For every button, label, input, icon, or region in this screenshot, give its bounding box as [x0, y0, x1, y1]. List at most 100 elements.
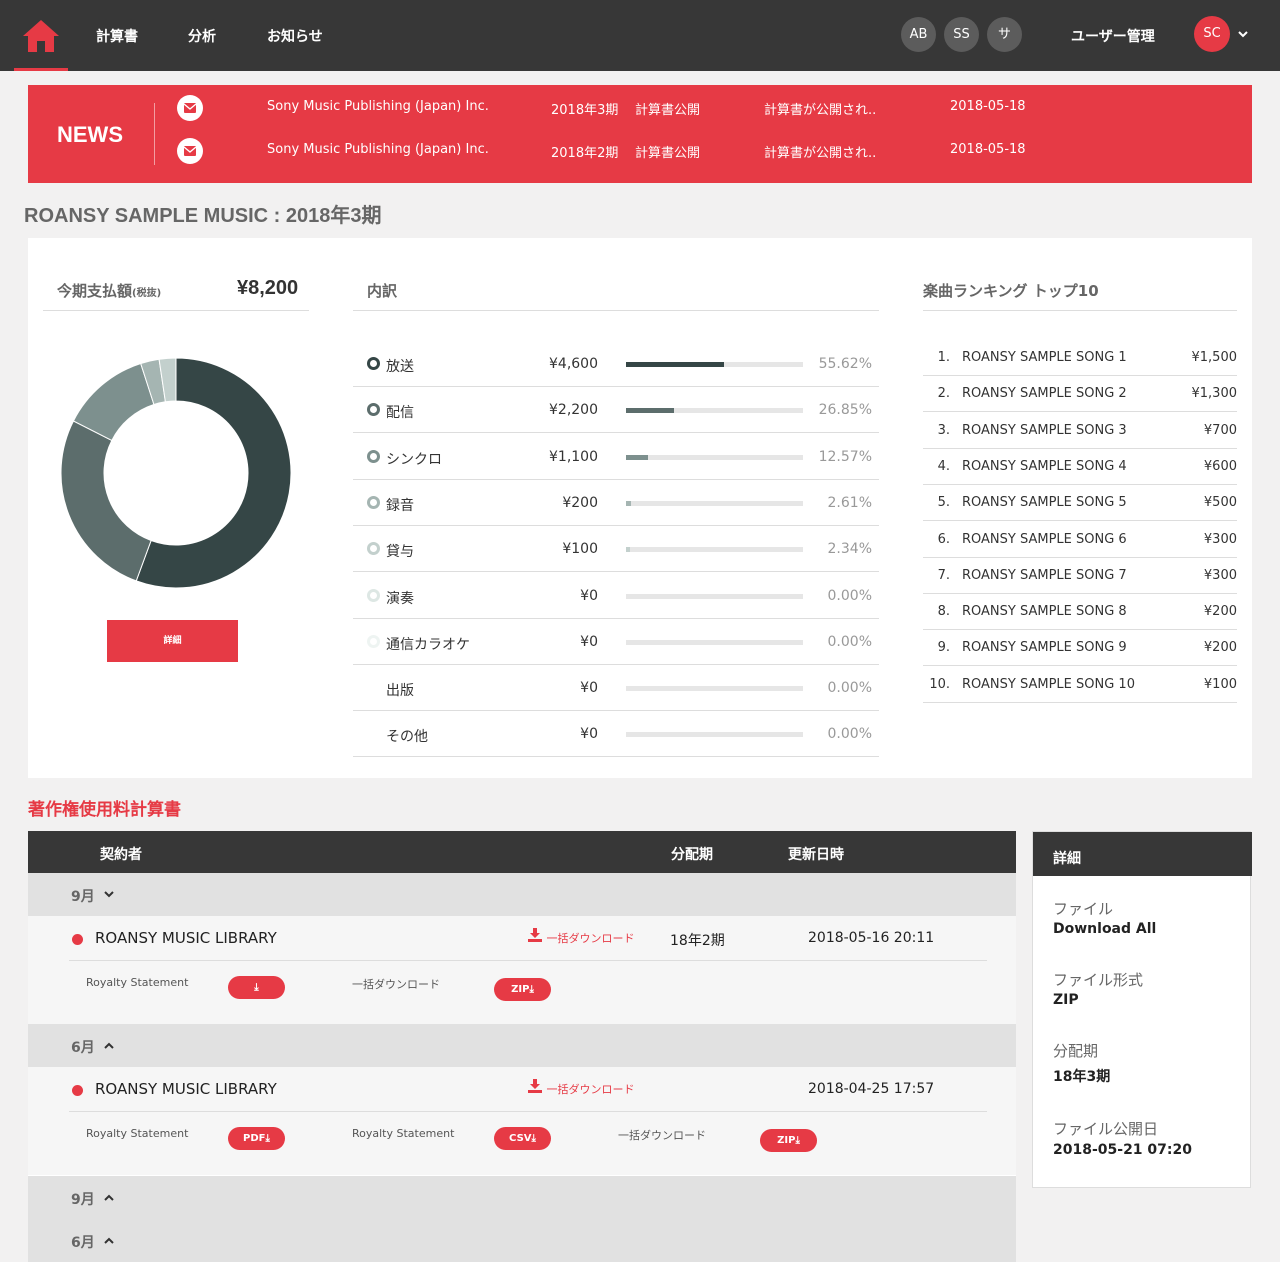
- news-period: 2018年3期: [551, 103, 619, 118]
- ranking-row[interactable]: 2. ROANSY SAMPLE SONG 2 ¥1,300: [923, 376, 1237, 413]
- status-dot: [72, 1085, 83, 1096]
- statements-table: 契約者 分配期 更新日時 9月 ROANSY MUSIC LIBRARY 一括ダ…: [28, 831, 1016, 1262]
- breakdown-row: 貸与 ¥100 2.34%: [353, 526, 879, 573]
- news-message: 計算書が公開され..: [764, 146, 877, 161]
- breakdown-row: 録音 ¥200 2.61%: [353, 480, 879, 526]
- legend-dot: [367, 449, 380, 463]
- header-contractor: 契約者: [100, 847, 142, 863]
- nav-analysis[interactable]: 分析: [188, 26, 216, 46]
- nav-notices[interactable]: お知らせ: [267, 26, 323, 46]
- download-icon: ⤓: [265, 1133, 270, 1144]
- bulk-download-link[interactable]: 一括ダウンロード: [527, 1079, 635, 1097]
- ranking-row[interactable]: 10. ROANSY SAMPLE SONG 10 ¥100: [923, 667, 1237, 703]
- song-title: ROANSY SAMPLE SONG 4: [962, 458, 1127, 474]
- download-icon: ⤓: [254, 982, 259, 993]
- ranking-row[interactable]: 1. ROANSY SAMPLE SONG 1 ¥1,500: [923, 340, 1237, 376]
- rank-number: 9.: [937, 640, 950, 656]
- progress-fill: [626, 362, 724, 367]
- ranking-row[interactable]: 5. ROANSY SAMPLE SONG 5 ¥500: [923, 485, 1237, 522]
- song-amount: ¥700: [1203, 422, 1237, 438]
- header-updated: 更新日時: [788, 847, 844, 863]
- breakdown-percent: 55.62%: [818, 356, 872, 372]
- song-title: ROANSY SAMPLE SONG 3: [962, 422, 1127, 438]
- month-group-toggle[interactable]: 6月: [28, 1219, 1016, 1262]
- detail-panel-header: 詳細: [1033, 832, 1252, 876]
- nav-statements[interactable]: 計算書: [96, 26, 138, 46]
- legend-dot: [367, 588, 380, 602]
- current-user-avatar[interactable]: SC: [1194, 16, 1230, 52]
- download-icon: [528, 928, 542, 942]
- breakdown-row: 演奏 ¥0 0.00%: [353, 573, 879, 619]
- format-label: ファイル形式: [1053, 971, 1144, 989]
- zip-pill[interactable]: ZIP⤓: [760, 1129, 817, 1152]
- home-button[interactable]: [14, 0, 68, 71]
- progress-track: [626, 639, 803, 645]
- song-title: ROANSY SAMPLE SONG 8: [962, 604, 1127, 620]
- user-management-link[interactable]: ユーザー管理: [1071, 26, 1155, 46]
- breakdown-amount: ¥100: [562, 541, 598, 558]
- download-pill[interactable]: ⤓: [228, 976, 285, 999]
- rank-number: 7.: [937, 567, 950, 583]
- rank-number: 1.: [937, 350, 950, 365]
- breakdown-row: 通信カラオケ ¥0 0.00%: [353, 619, 879, 665]
- file-value[interactable]: Download All: [1053, 921, 1156, 937]
- avatar-ab[interactable]: AB: [901, 17, 936, 52]
- bulk-download-link[interactable]: 一括ダウンロード: [527, 928, 635, 946]
- zip-pill[interactable]: ZIP⤓: [494, 978, 551, 1001]
- month-group-toggle[interactable]: 9月: [28, 1176, 1016, 1219]
- ranking-row[interactable]: 6. ROANSY SAMPLE SONG 6 ¥300: [923, 522, 1237, 558]
- avatar-sa[interactable]: サ: [987, 17, 1022, 52]
- legend-dot: [367, 542, 380, 556]
- breakdown-amount: ¥4,600: [549, 356, 598, 372]
- song-amount: ¥500: [1203, 495, 1237, 511]
- progress-track: [626, 686, 803, 692]
- avatar-ss[interactable]: SS: [944, 17, 979, 52]
- breakdown-label: 録音: [386, 497, 414, 514]
- ranking-row[interactable]: 9. ROANSY SAMPLE SONG 9 ¥200: [923, 630, 1237, 667]
- divider: [69, 960, 987, 961]
- news-message: 計算書が公開され..: [764, 103, 877, 118]
- breakdown-percent: 26.85%: [818, 402, 872, 419]
- detail-button[interactable]: 詳細: [107, 620, 238, 662]
- breakdown-label: 出版: [386, 683, 414, 700]
- status-dot: [72, 934, 83, 945]
- row-updated: 2018-04-25 17:57: [808, 1081, 935, 1097]
- pdf-pill[interactable]: PDF⤓: [228, 1127, 285, 1150]
- rank-number: 8.: [937, 604, 950, 620]
- ranking-row[interactable]: 8. ROANSY SAMPLE SONG 8 ¥200: [923, 594, 1237, 631]
- sub-label: 一括ダウンロード: [618, 1129, 706, 1142]
- csv-pill[interactable]: CSV⤓: [494, 1127, 551, 1150]
- rank-number: 5.: [937, 495, 950, 511]
- month-group-toggle[interactable]: 9月: [28, 873, 1016, 916]
- ranking-row[interactable]: 3. ROANSY SAMPLE SONG 3 ¥700: [923, 413, 1237, 449]
- rank-number: 3.: [937, 422, 950, 438]
- contractor-name: ROANSY MUSIC LIBRARY: [95, 1080, 277, 1098]
- breakdown-row: 放送 ¥4,600 55.62%: [353, 341, 879, 387]
- progress-track: [626, 732, 803, 738]
- table-header: 契約者 分配期 更新日時: [28, 831, 1016, 873]
- progress-track: [626, 408, 803, 414]
- breakdown-percent: 0.00%: [827, 680, 872, 697]
- legend-dot: [367, 403, 380, 417]
- chevron-down-icon[interactable]: [1238, 29, 1248, 39]
- divider: [43, 310, 309, 311]
- breakdown-percent: 12.57%: [818, 448, 872, 465]
- breakdown-percent: 0.00%: [827, 633, 872, 650]
- table-row[interactable]: ROANSY MUSIC LIBRARY 一括ダウンロード 18年2期 2018…: [28, 916, 1016, 1024]
- ranking-row[interactable]: 7. ROANSY SAMPLE SONG 7 ¥300: [923, 558, 1237, 594]
- song-amount: ¥200: [1203, 604, 1237, 620]
- breakdown-label: 通信カラオケ: [386, 636, 470, 653]
- song-title: ROANSY SAMPLE SONG 6: [962, 531, 1127, 547]
- publish-date-label: ファイル公開日: [1053, 1120, 1159, 1138]
- table-row[interactable]: ROANSY MUSIC LIBRARY 一括ダウンロード 2018-04-25…: [28, 1067, 1016, 1175]
- donut-slice: [60, 420, 152, 582]
- progress-track: [626, 454, 803, 460]
- chevron-up-icon: [104, 1237, 114, 1244]
- breakdown-row: シンクロ ¥1,100 12.57%: [353, 434, 879, 480]
- rank-number: 4.: [937, 458, 950, 474]
- ranking-row[interactable]: 4. ROANSY SAMPLE SONG 4 ¥600: [923, 449, 1237, 485]
- news-item[interactable]: Sony Music Publishing (Japan) Inc. 2018年…: [28, 95, 1252, 121]
- news-item[interactable]: Sony Music Publishing (Japan) Inc. 2018年…: [28, 138, 1252, 164]
- month-group-toggle[interactable]: 6月: [28, 1024, 1016, 1067]
- download-icon: [528, 1079, 542, 1093]
